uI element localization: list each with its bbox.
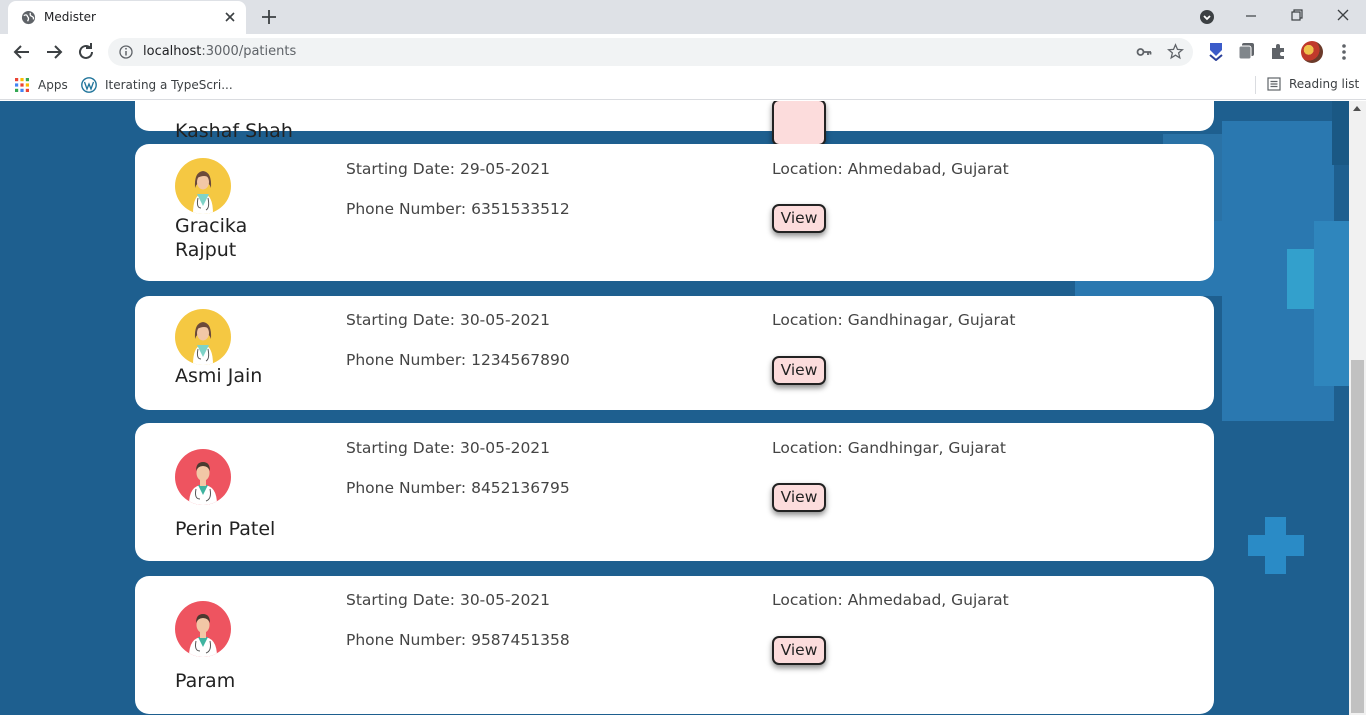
apps-grid-icon	[15, 78, 29, 92]
male-doctor-icon	[175, 601, 231, 657]
url-host: localhost	[143, 44, 202, 59]
reading-list[interactable]: Reading list	[1267, 77, 1359, 91]
globe-icon	[21, 10, 36, 25]
address-bar[interactable]: localhost:3000/patients	[108, 38, 1193, 66]
patient-card: Param Starting Date: 30-05-2021 Phone Nu…	[135, 576, 1214, 714]
minimize-icon	[1246, 15, 1256, 17]
scroll-up-arrow-icon[interactable]	[1353, 106, 1361, 111]
copy-extension-icon[interactable]	[1237, 41, 1257, 61]
reload-icon[interactable]	[75, 41, 97, 63]
bookmark-apps[interactable]: Apps	[14, 77, 68, 93]
doctor-male-avatar	[175, 601, 231, 657]
key-icon[interactable]	[1136, 45, 1152, 59]
tab-strip: Medister	[0, 0, 1366, 34]
view-button[interactable]: View	[772, 356, 826, 385]
menu-kebab-icon[interactable]	[1336, 42, 1352, 62]
tab-title: Medister	[44, 10, 96, 24]
bookmark-typescript[interactable]: Iterating a TypeScri...	[81, 77, 233, 93]
location: Location: Gandhinagar, Gujarat	[772, 311, 1016, 329]
patient-card-partial: Kashaf Shah	[135, 101, 1214, 146]
location: Location: Gandhingar, Gujarat	[772, 439, 1006, 457]
reading-list-icon	[1267, 77, 1281, 91]
phone-number: Phone Number: 9587451358	[346, 631, 570, 649]
background-cross-decoration	[1314, 221, 1350, 386]
background-plus-decoration	[1248, 535, 1304, 556]
bookmark-apps-label: Apps	[38, 78, 68, 92]
patient-name: Param	[175, 670, 236, 692]
reading-list-label: Reading list	[1289, 77, 1360, 91]
location: Location: Ahmedabad, Gujarat	[772, 160, 1009, 178]
restore-icon	[1291, 9, 1303, 21]
patient-name: Kashaf Shah	[175, 120, 293, 142]
patient-card: Perin Patel Starting Date: 30-05-2021 Ph…	[135, 423, 1214, 561]
starting-date: Starting Date: 30-05-2021	[346, 591, 551, 609]
minimize-button[interactable]	[1228, 0, 1274, 32]
patient-card: Asmi Jain Starting Date: 30-05-2021 Phon…	[135, 296, 1214, 410]
doctor-female-avatar	[175, 309, 231, 365]
view-button[interactable]: View	[772, 636, 826, 665]
tab-search-icon[interactable]	[1199, 9, 1215, 25]
download-extension-icon[interactable]	[1206, 41, 1226, 61]
location: Location: Ahmedabad, Gujarat	[772, 591, 1009, 609]
profile-avatar[interactable]	[1301, 41, 1323, 63]
bookmarks-bar: Apps Iterating a TypeScri... Reading lis…	[0, 70, 1366, 100]
female-doctor-icon	[175, 309, 231, 365]
male-doctor-icon	[175, 449, 231, 505]
view-button-partial[interactable]	[772, 101, 826, 146]
star-icon[interactable]	[1167, 43, 1184, 60]
back-icon[interactable]	[11, 41, 33, 63]
info-icon[interactable]	[119, 45, 133, 59]
url-path: :3000/patients	[201, 44, 297, 59]
patient-name: Asmi Jain	[175, 365, 263, 387]
starting-date: Starting Date: 29-05-2021	[346, 160, 551, 178]
female-doctor-icon	[175, 158, 231, 214]
starting-date: Starting Date: 30-05-2021	[346, 311, 551, 329]
puzzle-icon[interactable]	[1269, 41, 1289, 61]
new-tab-icon[interactable]	[260, 8, 278, 26]
close-icon	[1337, 9, 1349, 21]
view-button[interactable]: View	[772, 483, 826, 512]
doctor-female-avatar	[175, 158, 231, 214]
page-bottom-strip	[0, 715, 1366, 728]
phone-number: Phone Number: 1234567890	[346, 351, 570, 369]
doctor-male-avatar	[175, 449, 231, 505]
patient-card: Gracika Rajput Starting Date: 29-05-2021…	[135, 144, 1214, 281]
starting-date: Starting Date: 30-05-2021	[346, 439, 551, 457]
browser-toolbar: localhost:3000/patients	[0, 34, 1366, 70]
close-tab-icon[interactable]	[222, 9, 238, 25]
patient-name: Gracika Rajput	[175, 215, 248, 261]
bookmarks-divider	[1255, 76, 1256, 94]
restore-button[interactable]	[1274, 0, 1320, 32]
wordpress-icon	[81, 77, 97, 93]
bookmark-typescript-label: Iterating a TypeScri...	[105, 78, 233, 92]
phone-number: Phone Number: 8452136795	[346, 479, 570, 497]
view-button[interactable]: View	[772, 204, 826, 233]
vertical-scrollbar[interactable]	[1349, 101, 1366, 715]
tab-medister[interactable]: Medister	[8, 1, 246, 34]
page-viewport: Kashaf Shah Gracika Rajput Starting Date…	[0, 101, 1366, 728]
patient-name: Perin Patel	[175, 518, 276, 540]
scrollbar-thumb[interactable]	[1351, 360, 1364, 713]
forward-icon[interactable]	[43, 41, 65, 63]
close-window-button[interactable]	[1320, 0, 1366, 32]
phone-number: Phone Number: 6351533512	[346, 200, 570, 218]
url-text: localhost:3000/patients	[143, 44, 296, 59]
